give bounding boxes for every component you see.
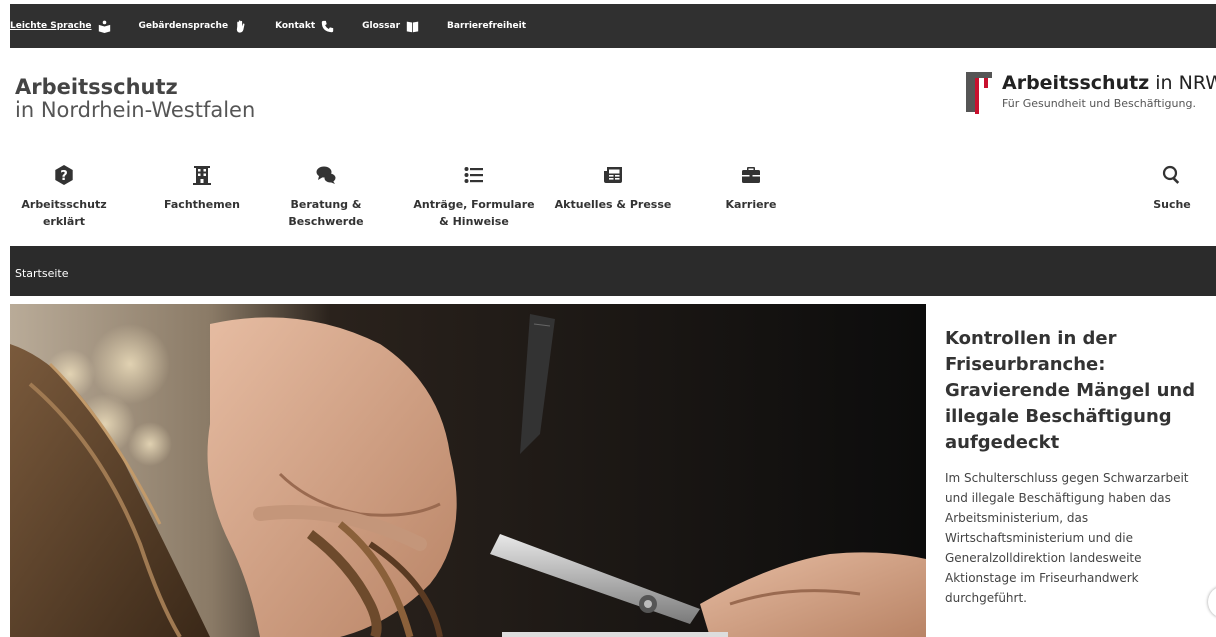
utility-bar-inner: Leichte Sprache Gebärdensprache Kontakt … [10, 4, 1216, 48]
nav-beratung-line1: Beratung & [290, 198, 362, 211]
list-icon [410, 162, 538, 188]
brand-name: Arbeitsschutz in NRW [1002, 72, 1216, 94]
breadcrumb: Startseite [10, 246, 1216, 296]
nav-arbeitsschutz-erklaert-line1: Arbeitsschutz [21, 198, 107, 211]
nav-arbeitsschutz-erklaert-line2: erklärt [42, 215, 86, 228]
nav-fachthemen-line1: Fachthemen [164, 198, 240, 211]
nav-antraege-line2: & Hinweise [439, 215, 509, 228]
site-title-line1: Arbeitsschutz [15, 75, 178, 99]
nav-antraege-formulare[interactable]: Anträge, Formulare & Hinweise [410, 162, 538, 230]
gebaerdensprache-label: Gebärdensprache [138, 21, 229, 31]
nav-karriere-line1: Karriere [725, 198, 777, 211]
barrierefreiheit-link[interactable]: Barrierefreiheit [447, 21, 526, 31]
news-teaser[interactable]: Kontrollen in der Friseurbranche: Gravie… [926, 304, 1216, 637]
brand-logo[interactable]: Arbeitsschutz in NRW Für Gesundheit und … [966, 72, 1216, 114]
book-reader-icon [98, 20, 111, 33]
brand-name-bold: Arbeitsschutz [1002, 72, 1150, 94]
utility-bar: Leichte Sprache Gebärdensprache Kontakt … [0, 0, 1216, 52]
barrierefreiheit-label: Barrierefreiheit [447, 21, 527, 31]
brand-name-rest: in NRW [1155, 72, 1216, 94]
open-book-icon [406, 20, 419, 33]
leichte-sprache-label: Leichte Sprache [10, 21, 92, 31]
glossar-link[interactable]: Glossar [362, 20, 419, 33]
nav-fachthemen[interactable]: Fachthemen [152, 162, 252, 213]
main-navigation: ? Arbeitsschutz erklärt Fachthemen Berat… [0, 162, 1216, 242]
brand-tagline: Für Gesundheit und Beschäftigung. [1002, 97, 1196, 110]
site-title-line2: in Nordrhein-Westfalen [15, 98, 256, 122]
gebaerdensprache-link[interactable]: Gebärdensprache [138, 19, 248, 33]
comments-icon [286, 162, 366, 188]
nav-beratung-line2: Beschwerde [288, 215, 364, 228]
nav-beratung-beschwerde[interactable]: Beratung & Beschwerde [286, 162, 366, 230]
hand-icon [234, 19, 247, 33]
hero-image[interactable] [10, 304, 926, 637]
nav-aktuelles-line1: Aktuelles & Presse [554, 198, 672, 211]
phone-icon [321, 20, 334, 33]
nav-antraege-line1: Anträge, Formulare [413, 198, 535, 211]
briefcase-icon [712, 162, 790, 188]
brand-mark-icon [966, 72, 992, 114]
nav-aktuelles-presse[interactable]: Aktuelles & Presse [550, 162, 676, 213]
nav-karriere[interactable]: Karriere [712, 162, 790, 213]
nav-suche-line1: Suche [1153, 198, 1191, 211]
leichte-sprache-link[interactable]: Leichte Sprache [10, 20, 111, 33]
nav-arbeitsschutz-erklaert[interactable]: ? Arbeitsschutz erklärt [14, 162, 114, 230]
breadcrumb-current[interactable]: Startseite [15, 267, 69, 280]
building-icon [152, 162, 252, 188]
nav-suche[interactable]: Suche [1142, 162, 1202, 213]
kontakt-link[interactable]: Kontakt [275, 20, 334, 33]
hero-illustration [10, 304, 926, 637]
newspaper-icon [550, 162, 676, 188]
site-title[interactable]: Arbeitsschutz in Nordrhein-Westfalen [15, 76, 255, 122]
svg-text:?: ? [60, 169, 68, 184]
search-icon [1142, 162, 1202, 188]
glossar-label: Glossar [362, 21, 401, 31]
teaser-heading[interactable]: Kontrollen in der Friseurbranche: Gravie… [945, 326, 1205, 456]
teaser-text: Im Schulterschluss gegen Schwarzarbeit u… [945, 471, 1189, 605]
kontakt-label: Kontakt [275, 21, 316, 31]
question-icon: ? [14, 162, 114, 188]
brand-text: Arbeitsschutz in NRW Für Gesundheit und … [1002, 72, 1216, 110]
